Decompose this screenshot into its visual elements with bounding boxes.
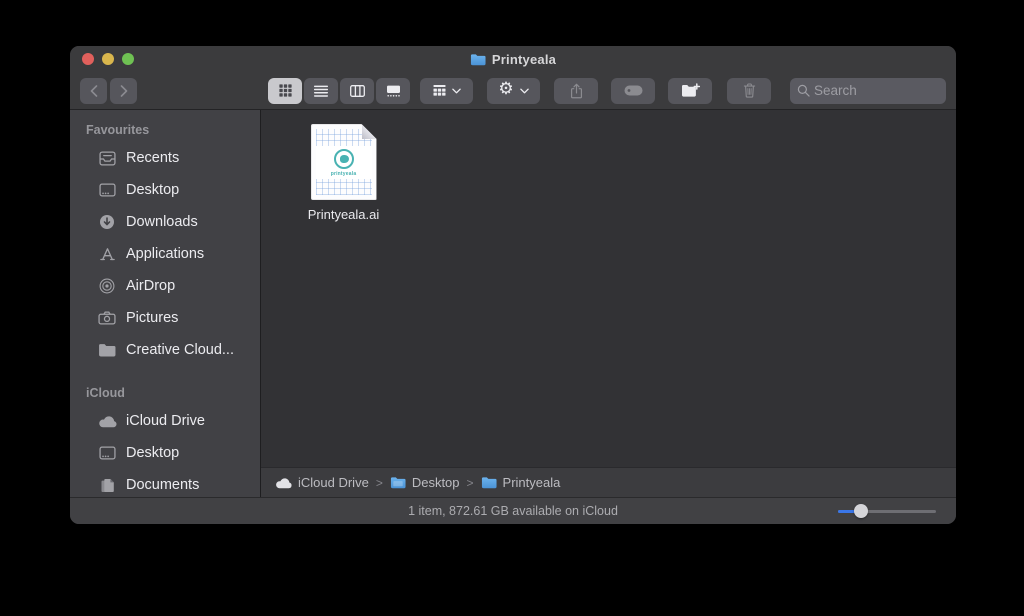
airdrop-icon [97,278,117,294]
path-item-printyeala[interactable]: Printyeala [481,475,561,490]
sidebar-item-documents[interactable]: Documents [70,469,260,497]
documents-icon [97,478,117,493]
recents-icon [97,151,117,166]
chevron-down-icon [452,88,461,94]
chevron-down-icon [520,88,529,94]
forward-button[interactable] [110,78,137,104]
desktop-icon [97,446,117,460]
ai-file-thumbnail: printyeala [311,124,377,200]
icon-size-slider[interactable] [838,504,936,518]
applications-icon [97,247,117,261]
page-fold-corner [362,124,377,139]
sidebar-item-icloud-desktop[interactable]: Desktop [70,437,260,469]
folder-icon [97,343,117,357]
sidebar-item-label: Pictures [126,310,178,326]
sidebar-section-favourites: Favourites Recents Desktop [70,119,260,366]
printyeala-logo [334,149,354,169]
sidebar-item-label: Documents [126,477,199,493]
title-bar[interactable]: Printyeala [70,46,956,72]
logo-band: printyeala [316,146,372,179]
status-text: 1 item, 872.61 GB available on iCloud [408,504,618,518]
sidebar-section-header: Favourites [70,119,260,142]
action-menu-button[interactable]: ⚙ [487,78,540,104]
share-button[interactable] [554,78,598,104]
icon-view-button[interactable] [268,78,302,104]
logo-text: printyeala [331,171,357,177]
search-icon [797,84,810,97]
list-view-button[interactable] [304,78,338,104]
desktop-background: Printyeala [0,0,1024,616]
sidebar-item-label: Desktop [126,182,179,198]
window-title-text: Printyeala [492,52,556,67]
minimize-window-button[interactable] [102,53,114,65]
sidebar-item-pictures[interactable]: Pictures [70,302,260,334]
sidebar-item-applications[interactable]: Applications [70,238,260,270]
window-controls [82,53,134,65]
new-folder-icon [681,83,700,98]
file-printyeala-ai[interactable]: printyeala Printyeala.ai [281,124,406,222]
finder-window: Printyeala [70,46,956,524]
sidebar-item-downloads[interactable]: Downloads [70,206,260,238]
zoom-window-button[interactable] [122,53,134,65]
sidebar-item-label: Applications [126,246,204,262]
search-field[interactable] [790,78,946,104]
new-folder-button[interactable] [668,78,712,104]
back-button[interactable] [80,78,107,104]
sidebar-item-label: Creative Cloud... [126,342,234,358]
column-view-button[interactable] [340,78,374,104]
view-mode-segment [268,78,410,104]
sidebar-item-label: iCloud Drive [126,413,205,429]
close-window-button[interactable] [82,53,94,65]
gear-icon: ⚙ [498,81,513,98]
sidebar-item-desktop[interactable]: Desktop [70,174,260,206]
sidebar-item-icloud-drive[interactable]: iCloud Drive [70,405,260,437]
sidebar-item-recents[interactable]: Recents [70,142,260,174]
cloud-icon [275,477,292,489]
file-browser-content[interactable]: printyeala Printyeala.ai [261,110,956,467]
search-input[interactable] [814,83,939,98]
tag-button[interactable] [611,78,655,104]
tag-icon [624,85,643,96]
sidebar-item-label: AirDrop [126,278,175,294]
pictures-icon [97,311,117,325]
navigation-buttons [80,78,137,104]
logo-mark [340,155,349,163]
status-bar: 1 item, 872.61 GB available on iCloud [70,497,956,524]
path-bar: iCloud Drive > Desktop > Printyeala [261,467,956,497]
sidebar-item-label: Recents [126,150,179,166]
window-title: Printyeala [470,52,556,67]
folder-icon [481,476,497,489]
cloud-icon [97,415,117,428]
path-item-label: Printyeala [503,475,561,490]
desktop-icon [97,183,117,197]
sidebar-item-creative-cloud[interactable]: Creative Cloud... [70,334,260,366]
group-by-button[interactable] [420,78,473,104]
folder-icon [470,53,486,66]
downloads-icon [97,214,117,230]
trash-icon [743,83,756,98]
file-name-label: Printyeala.ai [308,207,380,222]
sidebar-section-icloud: iCloud iCloud Drive Desktop [70,382,260,497]
path-item-label: Desktop [412,475,460,490]
gallery-view-button[interactable] [376,78,410,104]
toolbar: ⚙ [70,72,956,110]
slider-thumb[interactable] [854,504,868,518]
sidebar-item-airdrop[interactable]: AirDrop [70,270,260,302]
path-separator: > [467,476,474,490]
path-item-icloud-drive[interactable]: iCloud Drive [275,475,369,490]
sidebar-item-label: Desktop [126,445,179,461]
path-separator: > [376,476,383,490]
sidebar: Favourites Recents Desktop [70,110,261,497]
share-icon [570,83,583,99]
folder-icon [390,476,406,489]
sidebar-section-header: iCloud [70,382,260,405]
path-item-label: iCloud Drive [298,475,369,490]
delete-button[interactable] [727,78,771,104]
sidebar-item-label: Downloads [126,214,198,230]
path-item-desktop[interactable]: Desktop [390,475,460,490]
